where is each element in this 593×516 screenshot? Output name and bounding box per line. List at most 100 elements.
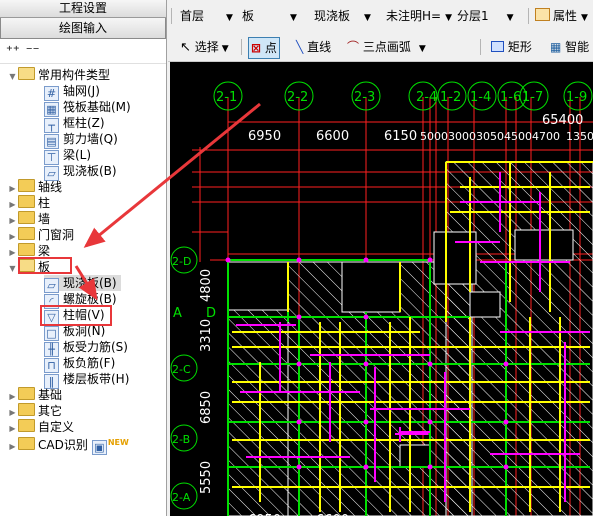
tree-item-slab-negative-rebar[interactable]: ⊓ 板负筋(F): [44, 355, 115, 373]
expand-all-icon[interactable]: ⁺⁺: [6, 44, 20, 59]
dimension-label: 3310: [199, 319, 214, 352]
axis-mark-a: A: [173, 306, 182, 321]
tree-item-floor-slab-band[interactable]: ‖ 楼层板带(H): [44, 371, 129, 389]
collapse-all-icon[interactable]: ⁻⁻: [26, 44, 40, 59]
axis-label-1-7: 1-7: [522, 90, 543, 105]
left-axis-bubbles: [170, 246, 198, 510]
axis-label-1-2: 1-2: [440, 90, 461, 105]
dimension-label: 4700: [532, 130, 560, 143]
new-badge: NEW: [107, 438, 129, 447]
dimension-label: 5000: [420, 130, 448, 143]
tree-item-frame-column[interactable]: ┬ 框柱(Z): [44, 115, 105, 133]
dimension-label: 1350: [566, 130, 593, 143]
folder-icon: [18, 243, 35, 256]
tree-item-cast-slab[interactable]: ▱ 现浇板(B): [44, 163, 117, 181]
arc-icon: ⌒: [347, 40, 360, 54]
collapse-icon[interactable]: ▼: [8, 69, 17, 85]
chevron-down-icon: ▼: [506, 13, 514, 23]
dimension-label: 4800: [199, 269, 214, 302]
dimension-label: 6150: [384, 129, 417, 144]
folder-open-icon: [18, 67, 35, 80]
structural-drawing: 2-1 2-2 2-3 2-4 1-2 1-4 1-6 1-7 1-9 6540…: [170, 81, 593, 516]
folder-icon: [18, 195, 35, 208]
dimension-label: 3050: [476, 130, 504, 143]
tree-node-wall[interactable]: ▶ 墙: [8, 211, 50, 227]
category-dropdown[interactable]: 板 ▼: [242, 6, 297, 26]
tree-node-other[interactable]: ▶ 其它: [8, 403, 62, 419]
tree-item-raft-foundation[interactable]: ▦ 筏板基础(M): [44, 99, 131, 117]
tree-item-cast-slab-selected[interactable]: ▱ 现浇板(B): [44, 275, 121, 293]
pointer-icon: ↖: [180, 40, 191, 55]
left-side-ticks: [192, 147, 228, 262]
chevron-down-icon: ▼: [226, 13, 233, 23]
folder-icon: [18, 437, 35, 450]
point-button[interactable]: ⊠ 点: [248, 37, 280, 59]
chevron-down-icon: ▼: [221, 44, 229, 54]
chevron-down-icon: ▼: [290, 13, 297, 23]
axis-label-2-1: 2-1: [216, 90, 237, 105]
chevron-down-icon: ▼: [581, 13, 588, 23]
chevron-down-icon: ▼: [418, 44, 426, 54]
dimension-label: 3000: [448, 130, 476, 143]
toolbar-separator: [480, 39, 481, 55]
layer-dropdown[interactable]: 分层1 ▼: [457, 6, 514, 26]
tree-item-slab-main-rebar[interactable]: ╫ 板受力筋(S): [44, 339, 128, 357]
name-dropdown[interactable]: 未注明H= ▼: [386, 6, 452, 26]
tree-item-shear-wall[interactable]: ▤ 剪力墙(Q): [44, 131, 118, 149]
folder-icon: [18, 387, 35, 400]
properties-button[interactable]: 属性 ▼: [535, 6, 588, 26]
collapse-icon[interactable]: ▼: [8, 261, 17, 277]
tree-node-door-window[interactable]: ▶ 门窗洞: [8, 227, 74, 243]
dimension-label: 4500: [504, 130, 532, 143]
tree-node-axis[interactable]: ▶ 轴线: [8, 179, 62, 195]
dimension-label: 6950: [248, 129, 281, 144]
tree-node-cad[interactable]: ▶ CAD识别 ▣ NEW: [8, 435, 129, 455]
rectangle-button[interactable]: 矩形: [491, 37, 532, 57]
tree-node-foundation[interactable]: ▶ 基础: [8, 387, 62, 403]
smart-layout-icon: ▦: [550, 40, 562, 54]
axis-label-1-6: 1-6: [500, 90, 521, 105]
tree-toolbar: ⁺⁺ ⁻⁻: [0, 39, 166, 64]
line-button[interactable]: ╲ 直线: [296, 37, 331, 57]
type-dropdown[interactable]: 现浇板 ▼: [314, 6, 371, 26]
axis-label-2-3: 2-3: [354, 90, 375, 105]
folder-icon: [18, 403, 35, 416]
axis-label-1-4: 1-4: [470, 90, 491, 105]
axis-label-1-9: 1-9: [566, 90, 587, 105]
dimension-label: 6600: [316, 129, 349, 144]
rectangle-icon: [491, 41, 504, 52]
tree-item-beam[interactable]: ⊤ 梁(L): [44, 147, 91, 165]
toolbar-separator: [528, 8, 529, 24]
axis-label-2-4: 2-4: [416, 90, 437, 105]
folder-icon: [18, 419, 35, 432]
tree-node-common-types[interactable]: ▼ 常用构件类型: [8, 67, 110, 83]
tab-drawing-input[interactable]: 绘图输入: [0, 18, 166, 39]
axis-label-2-d: 2-D: [172, 255, 191, 268]
folder-icon: [18, 211, 35, 224]
dimension-label: 5550: [199, 461, 214, 494]
tree-item-axis-grid[interactable]: # 轴网(J): [44, 83, 100, 101]
dimension-label: 6850: [199, 391, 214, 424]
expand-icon[interactable]: ▶: [8, 439, 17, 455]
tree-node-column[interactable]: ▶ 柱: [8, 195, 50, 211]
line-icon: ╲: [296, 40, 304, 54]
chevron-down-icon: ▼: [445, 13, 453, 23]
cad-recognition-icon: ▣: [91, 440, 107, 455]
chevron-down-icon: ▼: [364, 13, 371, 23]
folder-icon: [18, 227, 35, 240]
properties-icon: [535, 8, 550, 21]
draw-toolbar: ↖ 选择 ▼ ⊠ 点 ╲ 直线 ⌒ 三点画弧 ▼ 矩形 ▦ 智能: [168, 33, 593, 62]
axis-mark-d: D: [206, 306, 216, 321]
toolbar-separator: [171, 8, 172, 24]
floor-dropdown[interactable]: 首层 ▼: [180, 6, 233, 26]
axis-label-2-2: 2-2: [287, 90, 308, 105]
smart-layout-button[interactable]: ▦ 智能: [550, 37, 589, 57]
axis-label-2-b: 2-B: [172, 433, 190, 446]
arc-button[interactable]: ⌒ 三点画弧 ▼: [347, 37, 426, 57]
highlight-box-column-cap: [40, 305, 112, 326]
axis-label-2-a: 2-A: [172, 491, 191, 504]
tree-node-custom[interactable]: ▶ 自定义: [8, 419, 74, 435]
drawing-canvas[interactable]: 2-1 2-2 2-3 2-4 1-2 1-4 1-6 1-7 1-9 6540…: [170, 62, 593, 516]
tab-project-settings[interactable]: 工程设置: [0, 0, 166, 18]
select-button[interactable]: ↖ 选择 ▼: [180, 37, 229, 57]
